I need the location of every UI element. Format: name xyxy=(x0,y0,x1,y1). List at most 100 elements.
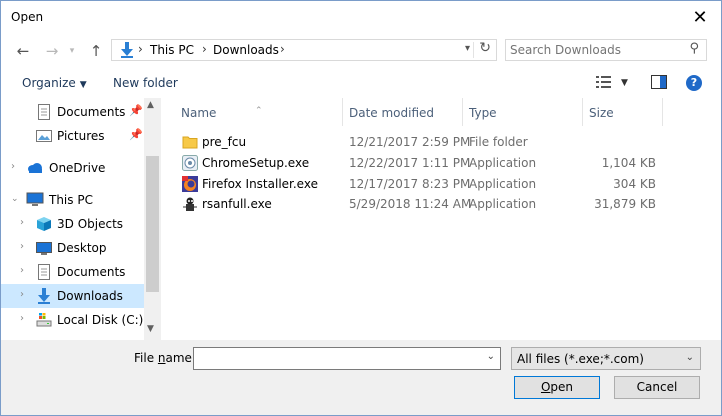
column-label: Date modified xyxy=(349,106,435,120)
documents-icon xyxy=(36,104,52,120)
file-name-input[interactable] xyxy=(197,351,477,366)
expand-chevron-icon[interactable]: › xyxy=(20,289,24,300)
breadcrumb-separator[interactable]: › xyxy=(202,42,207,56)
view-options-icon[interactable] xyxy=(596,75,612,92)
title-bar: Open ✕ xyxy=(1,1,721,35)
file-row-rsanfull[interactable]: rsanfull.exe 5/29/2018 11:24 AM Applicat… xyxy=(162,194,702,214)
breadcrumb-downloads[interactable]: Downloads xyxy=(213,43,279,57)
refresh-button[interactable]: ↻ xyxy=(479,40,491,56)
sidebar-item-pictures[interactable]: Pictures 📌 xyxy=(1,124,144,148)
breadcrumb-separator[interactable]: › xyxy=(138,42,143,56)
expand-chevron-icon[interactable]: › xyxy=(20,217,24,228)
recent-locations-chevron-icon[interactable]: ▾ xyxy=(62,41,82,61)
column-label: Type xyxy=(469,106,497,120)
address-dropdown-icon[interactable]: ▾ xyxy=(465,43,470,54)
new-folder-button[interactable]: New folder xyxy=(113,76,178,90)
file-size: 31,879 KB xyxy=(594,197,656,211)
search-input[interactable] xyxy=(510,42,680,58)
file-name-label-suffix: ame: xyxy=(165,351,196,365)
sidebar-item-this-pc[interactable]: ⌄ This PC xyxy=(1,188,144,212)
file-name: rsanfull.exe xyxy=(202,197,272,211)
file-name: pre_fcu xyxy=(202,135,247,149)
up-button[interactable]: ↑ xyxy=(86,41,106,61)
column-header-name[interactable]: ⌃ Name xyxy=(162,98,342,126)
close-button[interactable]: ✕ xyxy=(689,7,711,29)
view-dropdown-chevron-icon[interactable]: ▼ xyxy=(621,78,628,88)
file-name: Firefox Installer.exe xyxy=(202,177,318,191)
sidebar-item-documents[interactable]: › Documents xyxy=(1,260,144,284)
file-size: 1,104 KB xyxy=(601,156,656,170)
cancel-button[interactable]: Cancel xyxy=(614,376,700,399)
file-type-dropdown-icon[interactable]: ⌄ xyxy=(686,352,694,363)
collapse-chevron-icon[interactable]: ⌄ xyxy=(11,194,19,204)
sidebar-item-3d-objects[interactable]: › 3D Objects xyxy=(1,212,144,236)
sidebar-item-label: Downloads xyxy=(57,289,123,303)
address-bar[interactable]: › This PC › Downloads › ▾ ↻ xyxy=(111,39,497,61)
folder-icon xyxy=(182,134,198,150)
file-date: 12/22/2017 1:11 PM xyxy=(349,156,471,170)
column-divider[interactable] xyxy=(662,98,663,126)
dialog-footer: File name: ⌄ All files (*.exe;*.com) ⌄ O… xyxy=(1,340,721,415)
expand-chevron-icon[interactable]: › xyxy=(20,241,24,252)
scroll-up-icon[interactable]: ▲ xyxy=(147,100,154,110)
scrollbar-thumb[interactable] xyxy=(146,156,159,292)
column-header-date[interactable]: Date modified xyxy=(343,98,463,126)
file-type: Application xyxy=(469,156,537,170)
search-icon[interactable]: ⚲ xyxy=(689,41,699,56)
organize-chevron-icon: ▼ xyxy=(79,80,87,90)
forward-button[interactable]: → xyxy=(42,41,62,61)
documents-icon xyxy=(36,264,52,280)
file-name-label-accesskey: n xyxy=(157,351,166,365)
open-dialog: Open ✕ ← → ▾ ↑ › This PC › Downloads › ▾… xyxy=(0,0,722,416)
file-type: File folder xyxy=(469,135,528,149)
file-type: Application xyxy=(469,197,537,211)
file-name-combobox[interactable]: ⌄ xyxy=(193,347,501,370)
sidebar-item-downloads[interactable]: › Downloads xyxy=(1,284,144,308)
toolbar: Organize ▼ New folder ▼ ? xyxy=(1,71,721,97)
sidebar-item-label: OneDrive xyxy=(49,161,106,175)
breadcrumb-separator[interactable]: › xyxy=(280,42,285,56)
preview-pane-icon[interactable] xyxy=(651,75,667,92)
expand-chevron-icon[interactable]: › xyxy=(20,313,24,324)
scroll-down-icon[interactable]: ▼ xyxy=(147,324,154,334)
sidebar-item-documents-quick[interactable]: Documents 📌 xyxy=(1,100,144,124)
file-row-firefox-installer[interactable]: Firefox Installer.exe 12/17/2017 8:23 PM… xyxy=(162,174,702,194)
sidebar-item-label: Documents xyxy=(57,105,126,119)
search-box[interactable]: ⚲ xyxy=(505,39,707,61)
address-divider xyxy=(473,42,474,58)
cloud-icon xyxy=(26,160,42,176)
organize-button[interactable]: Organize ▼ xyxy=(22,76,87,90)
open-label: pen xyxy=(550,380,574,394)
help-button[interactable]: ? xyxy=(686,75,702,91)
sidebar-item-desktop[interactable]: › Desktop xyxy=(1,236,144,260)
firefox-installer-icon xyxy=(182,176,198,192)
file-type-filter-value: All files (*.exe;*.com) xyxy=(517,352,644,366)
column-header-type[interactable]: Type xyxy=(463,98,583,126)
expand-chevron-icon[interactable]: › xyxy=(20,265,24,276)
pictures-icon xyxy=(36,128,52,144)
file-row-chromesetup[interactable]: ChromeSetup.exe 12/22/2017 1:11 PM Appli… xyxy=(162,153,702,173)
sidebar-item-label: Desktop xyxy=(57,241,107,255)
computer-icon xyxy=(26,192,44,208)
sidebar-item-label: Documents xyxy=(57,265,126,279)
download-icon xyxy=(120,42,134,61)
file-date: 5/29/2018 11:24 AM xyxy=(349,197,472,211)
file-name-label-prefix: File xyxy=(134,351,158,365)
navigation-row: ← → ▾ ↑ › This PC › Downloads › ▾ ↻ ⚲ xyxy=(1,37,721,65)
file-size: 304 KB xyxy=(613,177,656,191)
file-type-filter[interactable]: All files (*.exe;*.com) ⌄ xyxy=(511,347,701,370)
expand-chevron-icon[interactable]: › xyxy=(11,161,15,172)
breadcrumb-this-pc[interactable]: This PC xyxy=(150,43,194,57)
open-button[interactable]: Open xyxy=(514,376,600,399)
sidebar-item-label: Local Disk (C:) xyxy=(57,313,144,327)
column-label: Size xyxy=(589,106,614,120)
sidebar-item-onedrive[interactable]: › OneDrive xyxy=(1,156,144,180)
back-button[interactable]: ← xyxy=(13,41,33,61)
sidebar-item-local-disk[interactable]: › Local Disk (C:) xyxy=(1,308,144,332)
open-accesskey: O xyxy=(540,380,551,394)
file-type: Application xyxy=(469,177,537,191)
file-name-dropdown-icon[interactable]: ⌄ xyxy=(487,351,495,362)
navigation-scrollbar[interactable]: ▲ ▼ xyxy=(144,98,161,340)
file-row-pre-fcu[interactable]: pre_fcu 12/21/2017 2:59 PM File folder xyxy=(162,132,702,152)
column-header-size[interactable]: Size xyxy=(583,98,663,126)
